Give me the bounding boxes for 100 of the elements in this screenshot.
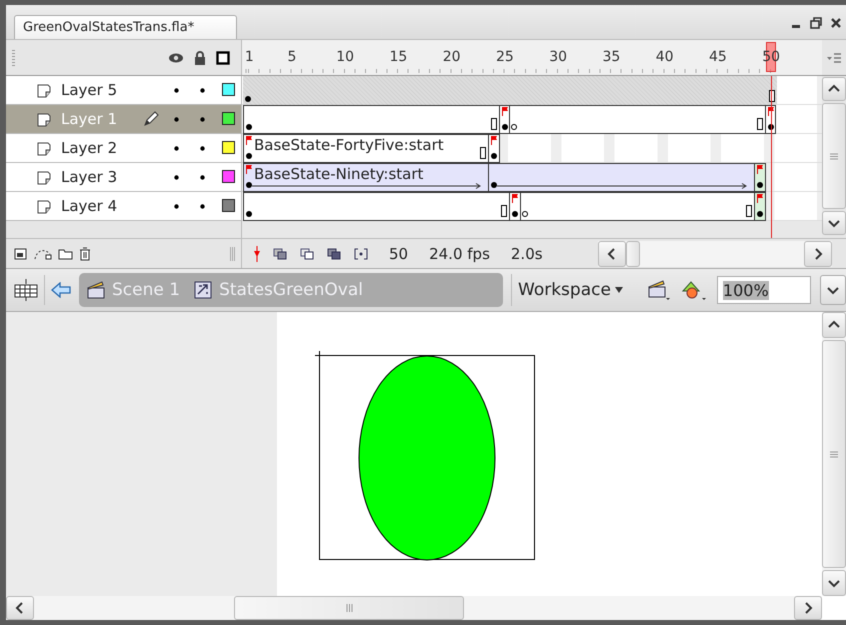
frame-span[interactable] [509, 105, 766, 134]
folder-icon[interactable] [58, 248, 73, 260]
visible-dot-icon[interactable] [174, 204, 179, 209]
timeline-toggle-icon[interactable] [14, 279, 38, 301]
tween-span[interactable] [488, 163, 756, 192]
scroll-right-button[interactable] [794, 596, 822, 620]
back-arrow-icon[interactable] [51, 282, 71, 298]
ruler-number: 10 [336, 49, 354, 65]
frame-label: BaseState-FortyFive:start [254, 137, 444, 153]
layer-name: Layer 5 [61, 81, 118, 99]
keyframe-icon [246, 153, 252, 159]
layer-row[interactable]: Layer 4 [6, 192, 241, 221]
visible-dot-icon[interactable] [174, 175, 179, 180]
scroll-up-button[interactable] [822, 77, 846, 101]
visible-dot-icon[interactable] [174, 146, 179, 151]
frame-label: BaseState-Ninety:start [254, 166, 424, 182]
new-layer-icon[interactable] [14, 248, 28, 260]
scroll-down-button[interactable] [822, 211, 846, 235]
frame-rate: 24.0 fps [429, 244, 490, 262]
tween-span[interactable]: BaseState-Ninety:start [243, 163, 489, 192]
scroll-down-button[interactable] [822, 570, 846, 596]
layer-row[interactable]: Layer 2 [6, 134, 241, 163]
ruler-number: 25 [496, 49, 514, 65]
oval-shape[interactable] [358, 356, 496, 560]
bounding-box[interactable] [319, 355, 535, 560]
unlocked-dot-icon[interactable] [200, 146, 205, 151]
lock-icon[interactable] [194, 51, 206, 65]
frame-span[interactable]: BaseState-FortyFive:start [243, 134, 489, 163]
layer-row[interactable]: Layer 3 [6, 163, 241, 192]
frame-span[interactable] [488, 134, 500, 163]
motion-guide-icon[interactable] [34, 248, 52, 260]
unlocked-dot-icon[interactable] [200, 117, 205, 122]
zoom-dropdown-button[interactable] [820, 275, 846, 305]
onion-outline-icon[interactable] [300, 248, 314, 260]
onion-skin-icon[interactable] [273, 248, 287, 260]
scrollbar-thumb[interactable] [626, 240, 640, 266]
frame-span[interactable] [754, 163, 766, 192]
keyframe-icon [490, 182, 497, 188]
outline-icon[interactable] [216, 51, 230, 65]
edit-symbols-icon[interactable] [680, 279, 707, 301]
end-frame-icon [746, 205, 752, 217]
keyframe-icon [246, 182, 252, 188]
current-frame: 50 [389, 244, 408, 262]
unlocked-dot-icon[interactable] [200, 204, 205, 209]
visible-dot-icon[interactable] [174, 117, 179, 122]
caret-icon [614, 287, 623, 293]
ruler-number: 1 [244, 49, 254, 65]
unlocked-dot-icon[interactable] [200, 175, 205, 180]
frame-span[interactable] [754, 192, 766, 221]
keyframe-icon [490, 153, 497, 159]
playhead-line[interactable] [771, 76, 772, 238]
frame-span[interactable] [509, 192, 521, 221]
outline-color-box[interactable] [222, 199, 235, 212]
layer-name: Layer 3 [61, 168, 118, 186]
ruler-number: 30 [549, 49, 568, 65]
scrollbar-thumb[interactable] [822, 340, 846, 568]
frame-span[interactable] [243, 192, 510, 221]
panel-divider-grip[interactable] [230, 246, 235, 260]
outline-color-box[interactable] [222, 141, 235, 154]
grip-icon [830, 152, 838, 160]
layer-name: Layer 2 [61, 139, 118, 157]
restore-icon[interactable] [810, 17, 822, 29]
scroll-up-button[interactable] [822, 312, 846, 338]
zoom-field[interactable]: 100% [716, 276, 811, 304]
unlocked-dot-icon[interactable] [200, 88, 205, 93]
layer-row[interactable]: Layer 5 [6, 76, 241, 105]
center-frame-icon[interactable] [254, 246, 260, 262]
outline-color-box[interactable] [222, 170, 235, 183]
frame-span[interactable] [243, 105, 500, 134]
scroll-right-button[interactable] [804, 240, 832, 266]
document-tab[interactable]: GreenOvalStatesTrans.fla* [14, 15, 237, 39]
clapperboard-icon [87, 281, 105, 299]
edit-scene-icon[interactable] [646, 279, 671, 301]
grip-handle[interactable] [12, 50, 15, 66]
trash-icon[interactable] [79, 246, 91, 260]
registration-point [314, 350, 324, 360]
panel-menu-icon[interactable] [827, 52, 841, 62]
outline-color-box[interactable] [222, 112, 235, 125]
outline-color-box[interactable] [222, 83, 235, 96]
onion-markers-icon[interactable] [354, 248, 368, 260]
close-icon[interactable] [830, 17, 842, 29]
scrollbar-thumb[interactable] [234, 596, 464, 620]
elapsed-time: 2.0s [510, 244, 543, 262]
workspace-menu[interactable]: Workspace [511, 274, 629, 306]
scroll-left-button[interactable] [598, 240, 626, 266]
frame-span[interactable] [520, 192, 756, 221]
keyframe-icon [757, 182, 764, 188]
layer-icon [37, 200, 51, 214]
ruler-number: 35 [602, 49, 620, 65]
layer-icon [37, 171, 51, 185]
scroll-left-button[interactable] [6, 596, 34, 620]
edit-multiple-frames-icon[interactable] [327, 248, 341, 260]
ruler-number: 40 [656, 49, 674, 65]
scrollbar-thumb[interactable] [822, 103, 846, 209]
eye-icon[interactable] [168, 52, 184, 64]
end-frame-icon [756, 118, 763, 130]
symbol-icon [194, 281, 212, 299]
keyframe-icon [757, 211, 764, 217]
frame-ruler[interactable]: 1 5 10 15 20 25 30 35 40 45 50 [242, 40, 822, 75]
visible-dot-icon[interactable] [174, 88, 179, 93]
